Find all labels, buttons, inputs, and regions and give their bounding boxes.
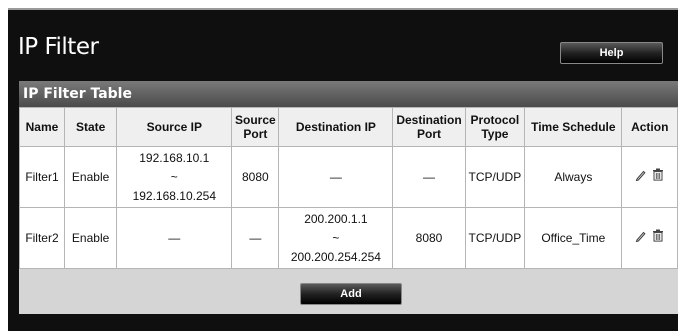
header-name: Name [19, 107, 65, 147]
cell-state: Enable [63, 146, 118, 208]
header-protocol-line1: Protocol [470, 113, 520, 127]
cell-time-schedule: Always [524, 146, 623, 208]
cell-state: Enable [63, 207, 118, 269]
header-action: Action [621, 107, 678, 147]
header-destination-port-line1: Destination [396, 113, 462, 127]
cell-action [621, 146, 678, 208]
add-button[interactable]: Add [300, 283, 402, 305]
cell-protocol: TCP/UDP [464, 207, 526, 269]
header-time-schedule: Time Schedule [524, 107, 623, 147]
help-button[interactable]: Help [560, 42, 663, 64]
header-source-port-line1: Source [235, 113, 276, 127]
pencil-icon[interactable] [635, 230, 646, 242]
cell-protocol: TCP/UDP [464, 146, 526, 208]
cell-name: Filter1 [19, 146, 65, 208]
table-row: Filter1 Enable 192.168.10.1 ~ 192.168.10… [19, 146, 678, 208]
cell-destination-ip: — [278, 146, 394, 208]
cell-time-schedule: Office_Time [524, 207, 623, 269]
range-separator: ~ [170, 169, 178, 184]
cell-name: Filter2 [19, 207, 65, 269]
cell-destination-ip: 200.200.1.1 ~ 200.200.254.254 [278, 207, 394, 269]
destination-ip-start: 200.200.1.1 [304, 211, 368, 226]
page-title: IP Filter [18, 34, 99, 60]
ip-filter-panel: IP Filter Table Name State Source IP Sou… [19, 81, 678, 314]
header-source-port: Source Port [231, 107, 280, 147]
cell-source-port: — [231, 207, 280, 269]
cell-destination-port: — [392, 146, 466, 208]
header-source-port-line2: Port [243, 127, 268, 141]
ip-filter-table: Name State Source IP Source Port Destina… [19, 107, 678, 269]
trash-icon[interactable] [652, 168, 664, 181]
table-row: Filter2 Enable — — 200.200.1.1 ~ 200.200… [19, 207, 678, 269]
table-header-row: Name State Source IP Source Port Destina… [19, 107, 678, 147]
header-destination-ip: Destination IP [278, 107, 394, 147]
header-source-ip: Source IP [116, 107, 233, 147]
cell-source-ip: — [116, 207, 233, 269]
destination-ip-end: 200.200.254.254 [290, 249, 381, 264]
header-destination-port: Destination Port [392, 107, 466, 147]
cell-source-port: 8080 [231, 146, 280, 208]
pencil-icon[interactable] [635, 169, 646, 181]
header-protocol-line2: Type [481, 127, 509, 141]
panel-title: IP Filter Table [19, 81, 678, 107]
trash-icon[interactable] [652, 229, 664, 242]
cell-action [621, 207, 678, 269]
header-protocol-type: Protocol Type [464, 107, 526, 147]
cell-destination-port: 8080 [392, 207, 466, 269]
source-ip-end: 192.168.10.254 [132, 188, 216, 203]
header-state: State [63, 107, 118, 147]
cell-source-ip: 192.168.10.1 ~ 192.168.10.254 [116, 146, 233, 208]
range-separator: ~ [332, 230, 340, 245]
source-ip-start: 192.168.10.1 [139, 150, 210, 165]
header-destination-port-line2: Port [416, 127, 441, 141]
